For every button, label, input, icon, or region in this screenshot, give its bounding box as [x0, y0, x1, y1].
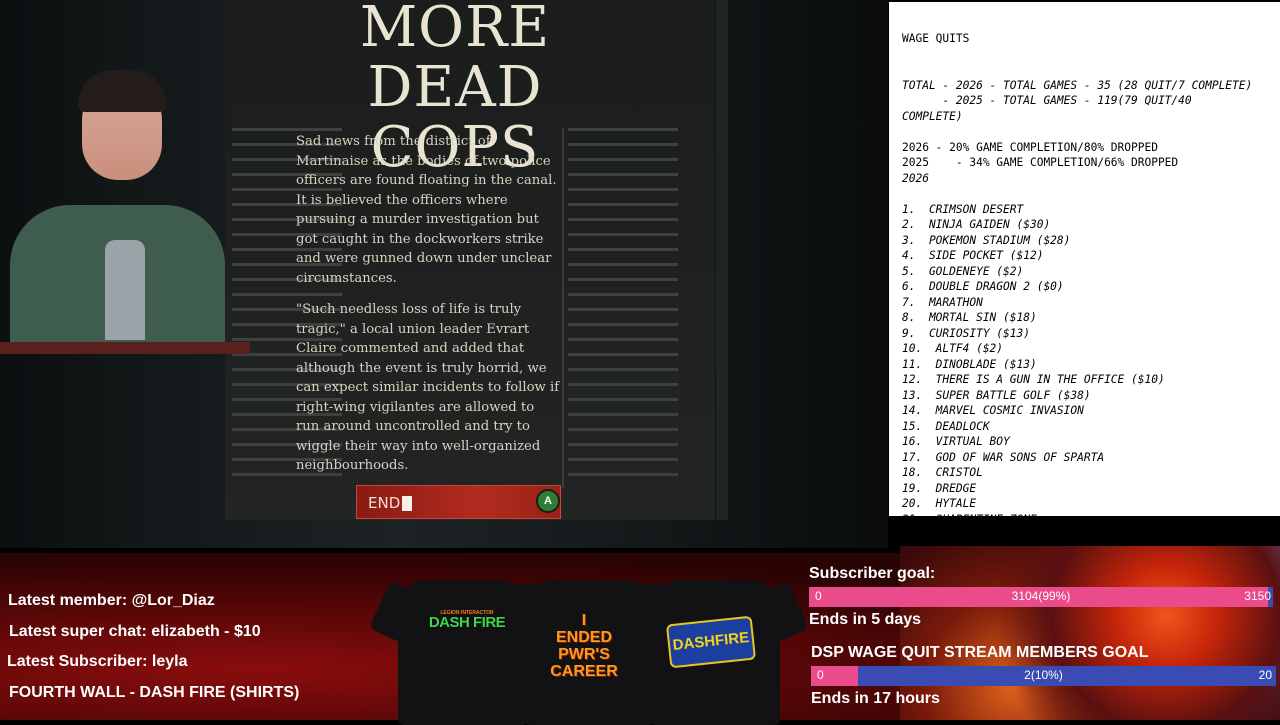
- list-item: 18. CRISTOL: [902, 466, 983, 479]
- subscriber-goal-title: Subscriber goal:: [809, 565, 936, 582]
- subscriber-goal-target: 3150: [1244, 589, 1271, 603]
- shirt2-line: PWR'S: [558, 646, 610, 663]
- list-item: 6. DOUBLE DRAGON 2 ($0): [902, 280, 1064, 293]
- headline-line: MORE DEAD: [359, 0, 551, 120]
- store-label: FOURTH WALL - DASH FIRE (SHIRTS): [9, 684, 300, 701]
- list-item: 12. THERE IS A GUN IN THE OFFICE ($10): [902, 373, 1165, 386]
- list-item: 3. POKEMON STADIUM ($28): [902, 233, 1071, 247]
- latest-subscriber: Latest Subscriber: leyla: [7, 653, 188, 670]
- list-completion-2025: 2025 - 34% GAME COMPLETION/66% DROPPED: [902, 156, 1179, 169]
- list-completion-2026: 2026 - 20% GAME COMPLETION/80% DROPPED: [902, 140, 1158, 154]
- background-pillar: [716, 0, 728, 520]
- wage-quit-list: WAGE QUITS TOTAL - 2026 - TOTAL GAMES - …: [902, 31, 1274, 527]
- overlay-fire-art: [900, 546, 1280, 720]
- list-item: 7. MARATHON: [902, 295, 983, 309]
- article-paragraph: Sad news from the district of Martinaise…: [296, 134, 557, 286]
- list-item: 21. QUARENTINE ZONE: [902, 512, 1037, 526]
- members-goal-bar: 0 2(10%) 20: [811, 666, 1276, 686]
- members-goal-target: 20: [1258, 668, 1272, 682]
- list-item: 19. DREDGE: [902, 481, 977, 495]
- list-item: 13. SUPER BATTLE GOLF ($38): [902, 388, 1091, 402]
- list-item: 15. DEADLOCK: [902, 419, 990, 433]
- list-item: 14. MARVEL COSMIC INVASION: [902, 404, 1084, 417]
- subscriber-goal-ends: Ends in 5 days: [809, 611, 922, 628]
- desk-edge: [0, 342, 250, 354]
- latest-member: Latest member: @Lor_Diaz: [8, 592, 215, 609]
- text-cursor: [402, 496, 412, 511]
- list-year-heading: 2026: [902, 171, 929, 185]
- list-item: 16. VIRTUAL BOY: [902, 435, 1010, 448]
- shirt3-logo: DASHFIRE: [665, 615, 757, 669]
- list-total-2025-cont: COMPLETE): [902, 109, 963, 123]
- list-item: 17. GOD OF WAR SONS OF SPARTA: [902, 450, 1105, 464]
- members-goal-ends: Ends in 17 hours: [811, 690, 940, 707]
- right-column-text: [568, 128, 678, 488]
- a-button-icon: A: [536, 489, 560, 513]
- members-goal-current: 2(10%): [1024, 668, 1063, 682]
- list-item: 10. ALTF4 ($2): [902, 342, 1004, 355]
- shirt1-title: DASH FIRE: [428, 614, 506, 631]
- list-item: 5. GOLDENEYE ($2): [902, 264, 1024, 278]
- list-title: WAGE QUITS: [902, 32, 970, 45]
- shirt2-text: I ENDED PWR'S CAREER: [548, 612, 620, 680]
- list-item: 8. MORTAL SIN ($18): [902, 311, 1037, 324]
- streamer-shirt: [105, 240, 145, 340]
- list-item: 11. DINOBLADE ($13): [902, 357, 1037, 371]
- list-item: 9. CURIOSITY ($13): [902, 326, 1030, 340]
- article-paragraph: "Such needless loss of life is truly tra…: [296, 302, 560, 473]
- column-divider: [562, 128, 564, 488]
- subscriber-goal-current: 3104(99%): [1011, 589, 1071, 603]
- list-items: 1. CRIMSON DESERT 2. NINJA GAIDEN ($30) 3.…: [902, 202, 1274, 528]
- shirt2-line: I: [581, 612, 587, 629]
- shirt2-line: CAREER: [550, 663, 618, 680]
- shirt2-line: ENDED: [555, 629, 612, 646]
- list-total-2025: - 2025 - TOTAL GAMES - 119(79 QUIT/40: [902, 94, 1192, 107]
- list-item: 2. NINJA GAIDEN ($30): [902, 218, 1051, 231]
- list-item: 20. HYTALE: [902, 497, 977, 510]
- article-body: Sad news from the district of Martinaise…: [296, 132, 561, 488]
- list-total-2026: TOTAL - 2026 - TOTAL GAMES - 35 (28 QUIT…: [902, 78, 1253, 92]
- streamer-hair: [78, 70, 166, 112]
- members-goal-title: DSP WAGE QUIT STREAM MEMBERS GOAL: [811, 644, 1149, 661]
- end-button-label: END: [368, 494, 401, 512]
- subscriber-goal-bar: 0 3104(99%) 3150: [809, 587, 1273, 607]
- latest-super-chat: Latest super chat: elizabeth - $10: [9, 623, 261, 640]
- list-item: 4. SIDE POCKET ($12): [902, 249, 1044, 262]
- list-item: 1. CRIMSON DESERT: [902, 202, 1024, 216]
